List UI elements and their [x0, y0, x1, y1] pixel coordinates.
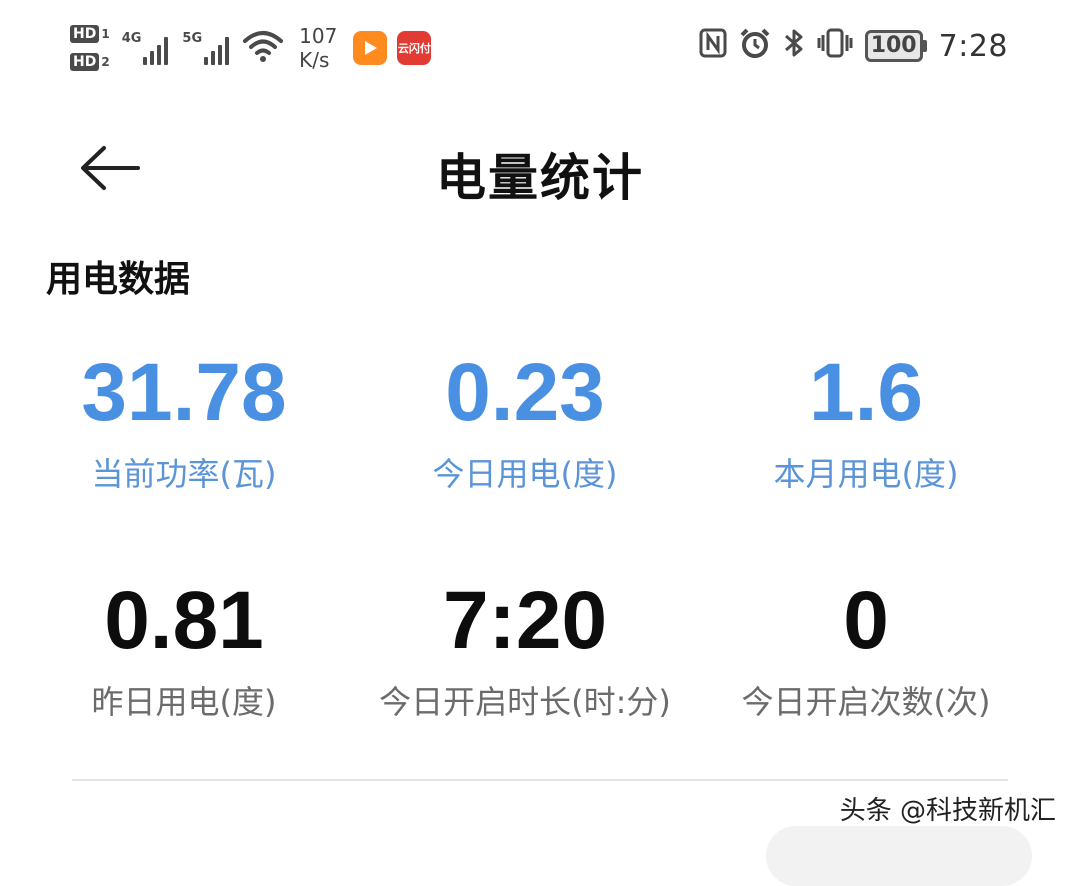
sim-indicators: HD 1 HD 2: [70, 25, 110, 71]
network-type-1: 4G: [121, 31, 142, 46]
stat-current-power: 31.78 当前功率(瓦): [14, 348, 354, 494]
unionpay-icon: 云闪付: [397, 31, 432, 65]
stat-label: 今日用电(度): [432, 455, 618, 493]
stat-value: 0: [843, 575, 889, 666]
alarm-icon: [739, 27, 771, 66]
hd-icon: HD 1: [70, 25, 110, 43]
status-right: 100 7:28: [699, 26, 1008, 66]
section-title: 用电数据: [46, 259, 191, 300]
vibrate-icon: [817, 27, 853, 66]
stat-label: 本月用电(度): [773, 455, 959, 493]
page-title: 电量统计: [436, 149, 644, 207]
bluetooth-icon: [783, 27, 805, 66]
stat-label: 今日开启时长(时:分): [379, 683, 671, 721]
stat-yesterday-usage: 0.81 昨日用电(度): [14, 576, 354, 722]
sim1-hd: HD: [70, 25, 100, 43]
stat-today-usage: 0.23 今日用电(度): [355, 348, 695, 494]
status-time: 7:28: [938, 28, 1008, 64]
signal-icon: 5G: [182, 31, 230, 65]
stat-month-usage: 1.6 本月用电(度): [696, 348, 1036, 494]
divider: [72, 779, 1008, 781]
wifi-icon: [243, 29, 284, 67]
battery-icon: 100: [864, 30, 927, 62]
speed-unit: K/s: [299, 48, 330, 72]
watermark: 头条 @科技新机汇: [839, 796, 1056, 826]
stat-value: 0.23: [445, 347, 605, 438]
pay-app-label: 云闪付: [397, 42, 431, 55]
sim2-hd: HD: [70, 53, 100, 71]
stat-label: 昨日用电(度): [91, 683, 277, 721]
stat-value: 7:20: [442, 575, 608, 666]
nfc-icon: [699, 28, 727, 65]
sim1-index: 1: [101, 27, 110, 41]
network-type-2: 5G: [182, 31, 203, 46]
battery-level: 100: [864, 30, 923, 62]
stat-value: 1.6: [809, 347, 923, 438]
status-left: HD 1 HD 2 4G 5G 107 K/s 云闪付: [70, 18, 441, 78]
signal-icon: 4G: [122, 31, 169, 65]
status-bar: HD 1 HD 2 4G 5G 107 K/s 云闪付 100 7:28: [0, 0, 1080, 92]
stat-label: 当前功率(瓦): [91, 455, 277, 493]
stat-value: 0.81: [104, 575, 264, 666]
stat-value: 31.78: [81, 347, 287, 438]
bottom-card: [766, 826, 1032, 886]
stat-label: 今日开启次数(次): [741, 683, 991, 721]
video-app-icon: [353, 31, 388, 65]
stat-today-on-duration: 7:20 今日开启时长(时:分): [355, 576, 695, 722]
network-speed: 107 K/s: [299, 24, 337, 72]
speed-value: 107: [299, 24, 338, 48]
sim2-index: 2: [101, 55, 110, 69]
hd-icon: HD 2: [70, 53, 110, 71]
stat-today-on-count: 0 今日开启次数(次): [696, 576, 1036, 722]
